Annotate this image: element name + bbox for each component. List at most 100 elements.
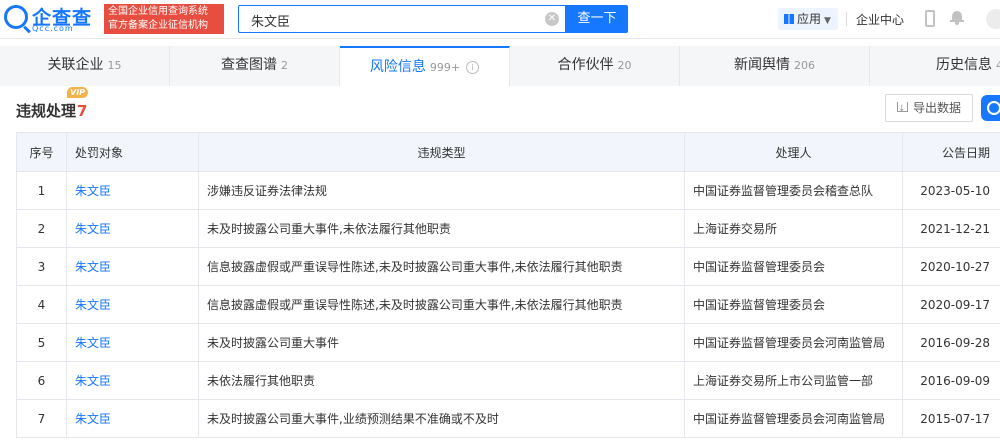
tab-label: 合作伙伴 (557, 57, 614, 73)
chevron-down-icon: ▼ (824, 16, 831, 26)
table-row: 1 朱文臣 涉嫌违反证券法律法规 中国证券监督管理委员会稽查总队 2023-05… (16, 171, 1000, 210)
cell-date: 2020-09-17 (902, 285, 1000, 324)
violations-table: 序号 处罚对象 违规类型 处理人 公告日期 1 朱文臣 涉嫌违反证券法律法规 中… (16, 132, 1000, 438)
clear-icon[interactable]: ✕ (545, 12, 559, 26)
download-icon (896, 96, 908, 122)
cell-target: 朱文臣 (66, 285, 199, 324)
col-header-date: 公告日期 (902, 132, 1000, 172)
tab-label: 新闻舆情 (734, 57, 790, 73)
tab-label: 风险信息 (369, 59, 426, 75)
cell-handler: 中国证券监督管理委员会 (684, 285, 903, 324)
slogan-line-2: 官方备案企业征信机构 (108, 20, 208, 31)
tab-count: 4 (996, 59, 1000, 72)
cell-target: 朱文臣 (66, 361, 199, 400)
info-icon[interactable]: i (466, 61, 480, 74)
cell-seq: 6 (16, 361, 67, 400)
cell-date: 2021-12-21 (902, 209, 1000, 248)
apps-label: 应用 (797, 12, 822, 26)
table-row: 6 朱文臣 未依法履行其他职责 上海证券交易所上市公司监管一部 2016-09-… (16, 361, 1000, 400)
cell-type: 信息披露虚假或严重误导性陈述,未及时披露公司重大事件,未依法履行其他职责 (198, 247, 685, 286)
cell-type: 未及时披露公司重大事件 (198, 323, 685, 362)
bell-icon[interactable] (950, 9, 964, 25)
tab-count: 15 (107, 59, 122, 72)
section-count: 7 (77, 102, 88, 120)
apps-button[interactable]: 应用 ▼ (778, 8, 838, 30)
vip-badge: VIP (67, 87, 89, 98)
section-title: 违规处理7 (16, 100, 87, 121)
cell-date: 2020-10-27 (902, 247, 1000, 286)
cell-target: 朱文臣 (66, 171, 199, 210)
avatar[interactable] (986, 9, 1000, 29)
cell-handler: 上海证券交易所 (684, 209, 903, 248)
tab-history[interactable]: 历史信息 4 (870, 46, 1000, 86)
cell-seq: 2 (16, 209, 67, 248)
cell-type: 涉嫌违反证券法律法规 (198, 171, 685, 210)
col-header-type: 违规类型 (198, 132, 685, 172)
magnifier-logo-icon (4, 5, 28, 29)
cell-date: 2023-05-10 (902, 171, 1000, 210)
table-header-row: 序号 处罚对象 违规类型 处理人 公告日期 (16, 132, 1000, 172)
cell-type: 未及时披露公司重大事件,业绩预测结果不准确或不及时 (198, 399, 685, 438)
target-link[interactable]: 朱文臣 (75, 298, 111, 312)
col-header-target: 处罚对象 (66, 132, 199, 172)
target-link[interactable]: 朱文臣 (75, 222, 111, 236)
enterprise-center-link[interactable]: 企业中心 (856, 11, 904, 28)
top-bar: 企查查 Qcc.com 全国企业信用查询系统 官方备案企业征信机构 ✕ 查一下 … (0, 0, 1000, 39)
table-row: 4 朱文臣 信息披露虚假或严重误导性陈述,未及时披露公司重大事件,未依法履行其他… (16, 285, 1000, 324)
apps-grid-icon (784, 14, 794, 24)
search-button[interactable]: 查一下 (566, 5, 628, 33)
section-title-text: 违规处理 (16, 102, 77, 120)
table-row: 5 朱文臣 未及时披露公司重大事件 中国证券监督管理委员会河南监管局 2016-… (16, 323, 1000, 362)
cell-type: 未及时披露公司重大事件,未依法履行其他职责 (198, 209, 685, 248)
cell-target: 朱文臣 (66, 323, 199, 362)
tab-count: 2 (281, 59, 288, 72)
search-box: ✕ (238, 5, 566, 33)
col-header-handler: 处理人 (684, 132, 903, 172)
mobile-phone-icon[interactable] (925, 10, 935, 27)
target-link[interactable]: 朱文臣 (75, 184, 111, 198)
target-link[interactable]: 朱文臣 (75, 260, 111, 274)
search-helper-icon[interactable] (981, 95, 1000, 121)
cell-type: 信息披露虚假或严重误导性陈述,未及时披露公司重大事件,未依法履行其他职责 (198, 285, 685, 324)
tab-partners[interactable]: 合作伙伴 20 (510, 46, 680, 86)
export-data-button[interactable]: 导出数据 (885, 94, 973, 122)
qcc-logo[interactable]: 企查查 Qcc.com (4, 5, 100, 33)
tab-risk-info[interactable]: 风险信息 999+ i (340, 46, 510, 86)
table-row: 3 朱文臣 信息披露虚假或严重误导性陈述,未及时披露公司重大事件,未依法履行其他… (16, 247, 1000, 286)
cell-handler: 上海证券交易所上市公司监管一部 (684, 361, 903, 400)
cell-seq: 7 (16, 399, 67, 438)
cell-date: 2016-09-28 (902, 323, 1000, 362)
cell-seq: 1 (16, 171, 67, 210)
cell-date: 2016-09-09 (902, 361, 1000, 400)
target-link[interactable]: 朱文臣 (75, 412, 111, 426)
cell-seq: 3 (16, 247, 67, 286)
target-link[interactable]: 朱文臣 (75, 374, 111, 388)
table-row: 2 朱文臣 未及时披露公司重大事件,未依法履行其他职责 上海证券交易所 2021… (16, 209, 1000, 248)
slogan-badge: 全国企业信用查询系统 官方备案企业征信机构 (104, 4, 224, 34)
tab-news[interactable]: 新闻舆情 206 (680, 46, 870, 86)
table-row: 7 朱文臣 未及时披露公司重大事件,业绩预测结果不准确或不及时 中国证券监督管理… (16, 399, 1000, 438)
export-label: 导出数据 (912, 101, 961, 115)
cell-target: 朱文臣 (66, 209, 199, 248)
col-header-seq: 序号 (16, 132, 67, 172)
cell-handler: 中国证券监督管理委员会河南监管局 (684, 399, 903, 438)
tab-label: 历史信息 (936, 57, 992, 73)
tab-bar: 关联企业 15 查查图谱 2 风险信息 999+ i 合作伙伴 20 新闻舆情 206 历史… (0, 46, 1000, 86)
tab-label: 关联企业 (47, 57, 104, 73)
target-link[interactable]: 朱文臣 (75, 336, 111, 350)
search-input[interactable] (249, 10, 533, 30)
tab-count: 20 (617, 59, 632, 72)
tab-label: 查查图谱 (221, 57, 277, 73)
cell-date: 2015-07-17 (902, 399, 1000, 438)
logo-subtext: Qcc.com (32, 24, 74, 33)
divider (846, 12, 847, 26)
cell-type: 未依法履行其他职责 (198, 361, 685, 400)
cell-seq: 4 (16, 285, 67, 324)
tab-graph[interactable]: 查查图谱 2 (170, 46, 340, 86)
tab-related-companies[interactable]: 关联企业 15 (0, 46, 170, 86)
cell-handler: 中国证券监督管理委员会河南监管局 (684, 323, 903, 362)
cell-target: 朱文臣 (66, 247, 199, 286)
cell-target: 朱文臣 (66, 399, 199, 438)
cell-handler: 中国证券监督管理委员会 (684, 247, 903, 286)
tab-count: 999+ (429, 61, 461, 74)
